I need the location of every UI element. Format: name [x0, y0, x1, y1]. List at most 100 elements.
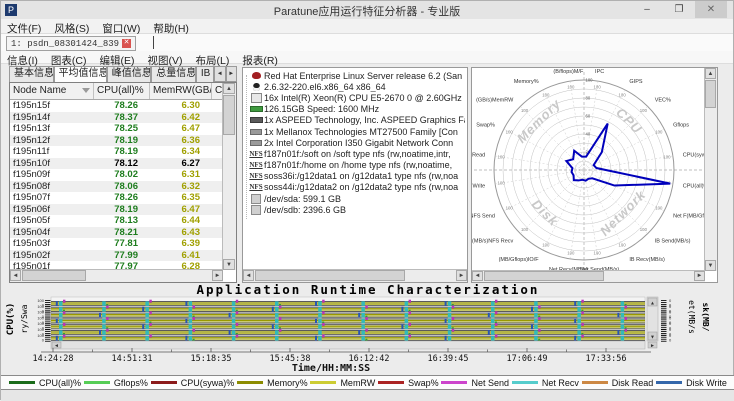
system-info-item[interactable]: /dev/sdb: 2396.6 GB — [248, 204, 465, 215]
legend-item[interactable]: MemRW — [310, 378, 375, 388]
system-info-item[interactable]: 2x Intel Corporation I350 Gigabit Networ… — [248, 137, 465, 148]
stats-tab-2[interactable]: 峰值信息 — [107, 66, 152, 82]
column-header-0[interactable]: Node Name — [10, 83, 94, 99]
document-tab[interactable]: 1: psdn_08301424_839 ✕ — [6, 36, 136, 51]
table-row[interactable]: f195n13f78.256.47 — [10, 123, 236, 135]
legend-item[interactable]: Net Recv — [512, 378, 579, 388]
stats-tab-0[interactable]: 基本信息 — [9, 66, 54, 82]
table-row[interactable]: f195n15f78.266.30 — [10, 100, 236, 112]
svg-text:IB Recv(MB/s): IB Recv(MB/s) — [629, 257, 665, 263]
table-row[interactable]: f195n14f78.376.42 — [10, 112, 236, 124]
scroll-thumb[interactable] — [255, 270, 405, 281]
system-info-item[interactable]: NFSf187n01f:/soft on /soft type nfs (rw,… — [248, 148, 465, 159]
system-info-item[interactable]: Red Hat Enterprise Linux Server release … — [248, 70, 465, 81]
legend-item[interactable]: Net Send — [441, 378, 509, 388]
column-header-1[interactable]: CPU(all)% — [94, 83, 150, 99]
legend-item[interactable]: Disk Read — [582, 378, 654, 388]
legend-item[interactable]: CPU(all)% — [9, 378, 81, 388]
column-header-2[interactable]: MemRW(GB/s) — [150, 83, 212, 99]
system-info-item[interactable]: 126.15GB Speed: 1600 MHz — [248, 104, 465, 115]
table-row[interactable]: f195n09f78.026.31 — [10, 169, 236, 181]
cell-node-name: f195n14f — [10, 112, 94, 124]
system-info-item[interactable]: NFSsoss44i:/g12data2 on /g12data2 type n… — [248, 182, 465, 193]
svg-text:Memory%: Memory% — [514, 79, 539, 85]
cell-memrw: 6.34 — [150, 146, 212, 158]
scroll-right-icon[interactable]: ► — [456, 270, 467, 281]
document-tab-bar: 1: psdn_08301424_839 ✕ — [1, 34, 733, 52]
system-info-item[interactable]: 16x Intel(R) Xeon(R) CPU E5-2670 0 @ 2.6… — [248, 92, 465, 103]
legend-item[interactable]: Memory% — [237, 378, 308, 388]
legend-item[interactable]: CPU(sywa)% — [151, 378, 235, 388]
svg-text:100: 100 — [567, 85, 575, 90]
svg-text:Time/HH:MM:SS: Time/HH:MM:SS — [292, 362, 370, 374]
scroll-thumb[interactable] — [705, 80, 716, 108]
svg-text:(MB/s)Disk Read: (MB/s)Disk Read — [472, 152, 485, 158]
radar-vertical-scrollbar[interactable]: ▲ ▼ — [704, 68, 717, 271]
scroll-up-icon[interactable]: ▲ — [705, 68, 716, 79]
menu2-item-5[interactable]: 报表(R) — [242, 55, 278, 67]
svg-text:100: 100 — [640, 108, 648, 113]
table-body: f195n15f78.266.30f195n14f78.376.42f195n1… — [10, 100, 236, 273]
svg-text:40: 40 — [586, 132, 591, 137]
svg-text:14:51:31: 14:51:31 — [112, 354, 153, 364]
table-horizontal-scrollbar[interactable]: ◄ ► — [10, 269, 223, 282]
stats-tab-4[interactable]: IB — [196, 66, 214, 82]
system-info-item[interactable]: 2.6.32-220.el6.x86_64 x86_64 — [248, 81, 465, 92]
cell-cpu: 78.12 — [94, 158, 150, 170]
table-row[interactable]: f195n11f78.196.34 — [10, 146, 236, 158]
legend-item[interactable]: Swap% — [378, 378, 439, 388]
svg-text:VEC%: VEC% — [655, 97, 671, 103]
table-row[interactable]: f195n07f78.266.35 — [10, 192, 236, 204]
system-info-item[interactable]: NFSf187n01f:/home on /home type nfs (rw,… — [248, 160, 465, 171]
minimize-button[interactable]: – — [633, 1, 661, 18]
maximize-button[interactable]: ❐ — [665, 1, 693, 18]
cell-node-name: f195n09f — [10, 169, 94, 181]
table-row[interactable]: f195n05f78.136.44 — [10, 215, 236, 227]
scroll-left-icon[interactable]: ◄ — [472, 271, 483, 281]
table-row[interactable]: f195n08f78.066.32 — [10, 181, 236, 193]
scroll-left-icon[interactable]: ◄ — [243, 270, 254, 281]
svg-text:100: 100 — [506, 206, 514, 211]
table-row[interactable]: f195n02f77.996.41 — [10, 250, 236, 262]
table-row[interactable]: f195n04f78.216.43 — [10, 227, 236, 239]
scroll-thumb[interactable] — [484, 271, 604, 281]
legend-item[interactable]: Gflops% — [84, 378, 148, 388]
system-info-item[interactable]: /dev/sda: 599.1 GB — [248, 193, 465, 204]
scroll-right-icon[interactable]: ► — [694, 271, 705, 281]
scroll-down-icon[interactable]: ▼ — [705, 260, 716, 271]
scroll-thumb[interactable] — [223, 95, 235, 135]
node-table: Node NameCPU(all)%MemRW(GB/s)CP f195n15f… — [9, 82, 237, 283]
scroll-down-icon[interactable]: ▼ — [223, 259, 235, 270]
table-row[interactable]: f195n03f77.816.39 — [10, 238, 236, 250]
system-info-item[interactable]: 1x Mellanox Technologies MT27500 Family … — [248, 126, 465, 137]
stats-tab-3[interactable]: 总量信息 — [151, 66, 196, 82]
filter-icon[interactable] — [82, 88, 90, 93]
tab-close-icon[interactable]: ✕ — [122, 39, 131, 48]
legend-label: Memory% — [267, 378, 308, 388]
tab-scroll-right-icon[interactable]: ► — [226, 66, 238, 82]
radar-horizontal-scrollbar[interactable]: ◄ ► — [472, 270, 705, 282]
cell-memrw: 6.31 — [150, 169, 212, 181]
system-info-item[interactable]: NFSsoss36i:/g12data1 on /g12data1 type n… — [248, 171, 465, 182]
stats-tab-1[interactable]: 平均值信息 — [54, 66, 107, 82]
svg-text:IPC: IPC — [595, 69, 604, 75]
table-row[interactable]: f195n10f78.126.27 — [10, 158, 236, 170]
document-tab-label: 1: psdn_08301424_839 — [11, 39, 119, 49]
scroll-left-icon[interactable]: ◄ — [10, 270, 21, 281]
table-row[interactable]: f195n06f78.196.47 — [10, 204, 236, 216]
table-vertical-scrollbar[interactable]: ▲ ▼ — [222, 83, 236, 270]
tab-scroll-left-icon[interactable]: ◄ — [214, 66, 226, 82]
table-row[interactable]: f195n12f78.196.36 — [10, 135, 236, 147]
system-info-item[interactable]: 1x ASPEED Technology, Inc. ASPEED Graphi… — [248, 115, 465, 126]
cell-cpu: 78.06 — [94, 181, 150, 193]
title-bar: P Paratune应用运行特征分析器 - 专业版 – ❐ ✕ — [1, 1, 733, 20]
legend-item[interactable]: Disk Write — [656, 378, 727, 388]
scroll-thumb[interactable] — [22, 270, 86, 281]
scroll-up-icon[interactable]: ▲ — [223, 83, 235, 94]
nfs-icon: NFS — [249, 161, 262, 169]
close-button[interactable]: ✕ — [695, 1, 727, 18]
scroll-right-icon[interactable]: ► — [212, 270, 223, 281]
svg-text:80: 80 — [586, 96, 591, 101]
svg-text:100: 100 — [567, 250, 575, 255]
info-horizontal-scrollbar[interactable]: ◄ ► — [243, 269, 467, 282]
